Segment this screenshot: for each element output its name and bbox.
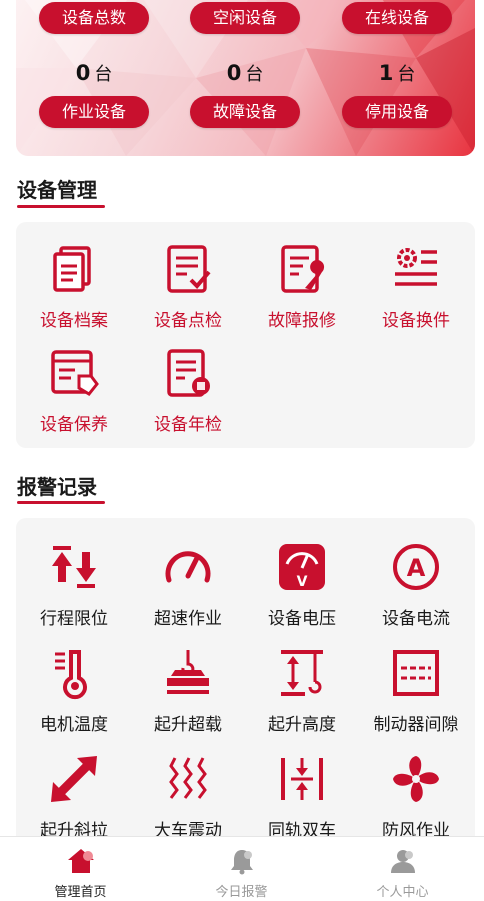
tile-travel-limit[interactable]: 行程限位	[17, 534, 131, 634]
speedometer-icon	[165, 551, 211, 583]
stat-unit: 台	[94, 64, 113, 85]
tile-device-voltage[interactable]: V 设备电压	[245, 534, 359, 634]
section-title-alarms: 报警记录	[17, 475, 97, 499]
tile-label: 设备年检	[154, 415, 222, 435]
tile-device-spot-check[interactable]: 设备点检	[131, 236, 245, 336]
stat-label-disabled-devices[interactable]: 停用设备	[342, 96, 452, 128]
stat-unit: 台	[397, 64, 416, 85]
brake-gap-icon	[393, 650, 439, 696]
diagonal-arrow-icon	[51, 756, 97, 802]
stat-value-disabled: 1台	[342, 60, 452, 86]
svg-text:A: A	[407, 554, 426, 582]
stat-number: 0	[226, 61, 242, 85]
tile-label: 设备保养	[40, 415, 108, 435]
tile-label: 故障报修	[268, 311, 336, 331]
alarm-panel: 行程限位 超速作业 V 设备电压 A 设备电流 电机温度 起升超载 起升高度 制…	[16, 518, 475, 848]
section-underline	[17, 501, 105, 504]
svg-text:V: V	[297, 574, 308, 590]
checklist-icon	[167, 245, 211, 293]
fan-icon	[393, 756, 439, 802]
tab-label: 今日报警	[215, 885, 268, 900]
stat-value-faulty: 0台	[190, 60, 300, 86]
home-icon	[67, 849, 94, 873]
tile-label: 设备电压	[268, 609, 336, 629]
tile-lift-overload[interactable]: 起升超载	[131, 640, 245, 740]
tile-label: 制动器间隙	[373, 715, 459, 735]
document-archive-icon	[53, 246, 91, 292]
stat-label-working-devices[interactable]: 作业设备	[39, 96, 149, 128]
same-track-icon	[281, 758, 323, 800]
hook-overload-icon	[167, 650, 209, 694]
tile-wind-protection[interactable]: 防风作业	[359, 746, 473, 846]
tile-overspeed[interactable]: 超速作业	[131, 534, 245, 634]
management-panel: 设备档案 设备点检 故障报修 设备换件 设备保养 设备年检	[16, 222, 475, 448]
tile-label: 电机温度	[40, 715, 108, 735]
tile-crane-vibration[interactable]: 大车震动	[131, 746, 245, 846]
tile-annual-inspection[interactable]: 设备年检	[131, 340, 245, 440]
user-icon	[390, 850, 415, 873]
tile-motor-temperature[interactable]: 电机温度	[17, 640, 131, 740]
tile-label: 超速作业	[154, 609, 222, 629]
tile-label: 设备换件	[382, 311, 450, 331]
tile-label: 起升超载	[154, 715, 222, 735]
tab-today-alarms[interactable]: 今日报警	[161, 837, 322, 901]
section-title-management: 设备管理	[17, 178, 97, 202]
tile-lift-diagonal[interactable]: 起升斜拉	[17, 746, 131, 846]
bell-icon	[230, 850, 253, 875]
stat-number: 1	[378, 61, 394, 85]
tile-fault-repair[interactable]: 故障报修	[245, 236, 359, 336]
vibration-icon	[169, 757, 207, 799]
tile-label: 起升高度	[268, 715, 336, 735]
gear-list-icon	[395, 248, 437, 286]
tab-management-home[interactable]: 管理首页	[0, 837, 161, 901]
section-underline	[17, 205, 105, 208]
bottom-tab-bar: 管理首页 今日报警 个人中心	[0, 836, 484, 901]
stat-unit: 台	[245, 64, 264, 85]
tile-device-archive[interactable]: 设备档案	[17, 236, 131, 336]
tile-label: 行程限位	[40, 609, 108, 629]
tile-label: 设备电流	[382, 609, 450, 629]
tile-device-maintenance[interactable]: 设备保养	[17, 340, 131, 440]
tile-same-track-cranes[interactable]: 同轨双车	[245, 746, 359, 846]
tile-lift-height[interactable]: 起升高度	[245, 640, 359, 740]
stat-label-idle-devices[interactable]: 空闲设备	[190, 2, 300, 34]
thermometer-icon	[55, 650, 87, 700]
stat-label-faulty-devices[interactable]: 故障设备	[190, 96, 300, 128]
tab-personal-center[interactable]: 个人中心	[322, 837, 483, 901]
maintenance-tag-icon	[51, 350, 99, 396]
lift-height-icon	[281, 650, 323, 696]
repair-wrench-icon	[281, 245, 325, 293]
stat-value-working: 0台	[39, 60, 149, 86]
tile-label: 设备档案	[40, 311, 108, 331]
tab-label: 个人中心	[376, 885, 429, 900]
tile-part-replacement[interactable]: 设备换件	[359, 236, 473, 336]
tile-brake-gap[interactable]: 制动器间隙	[359, 640, 473, 740]
travel-limit-icon	[52, 546, 96, 588]
stat-label-total-devices[interactable]: 设备总数	[39, 2, 149, 34]
tile-label: 设备点检	[154, 311, 222, 331]
stat-label-online-devices[interactable]: 在线设备	[342, 2, 452, 34]
tab-label: 管理首页	[54, 885, 107, 900]
ammeter-icon: A	[393, 544, 439, 590]
stat-number: 0	[75, 61, 91, 85]
annual-inspection-icon	[167, 349, 210, 397]
tile-device-current[interactable]: A 设备电流	[359, 534, 473, 634]
stats-banner: 设备总数 空闲设备 在线设备 0台 0台 1台 作业设备 故障设备 停用设备	[16, 0, 475, 156]
voltmeter-icon: V	[279, 544, 325, 590]
